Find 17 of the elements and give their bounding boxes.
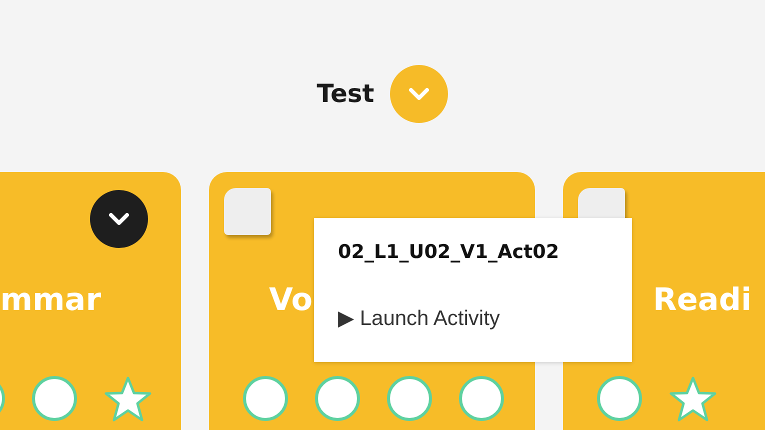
progress-circle-icon [315, 376, 360, 421]
checkbox[interactable] [224, 188, 271, 235]
progress-circle-icon [597, 376, 642, 421]
card-title: mmar [0, 282, 101, 318]
activity-id: 02_L1_U02_V1_Act02 [338, 240, 560, 265]
progress-circle-icon [387, 376, 432, 421]
progress-circle-icon [459, 376, 504, 421]
page-title: Test [316, 78, 374, 110]
card-title: Vo [269, 282, 313, 318]
progress-circle-icon [243, 376, 288, 421]
chevron-down-icon [408, 87, 430, 101]
chevron-down-icon [108, 212, 130, 226]
star-icon [104, 376, 152, 422]
card-title: Readi [653, 282, 752, 318]
progress-circle-icon [32, 376, 77, 421]
launch-activity-link[interactable]: ▶ Launch Activity [338, 302, 500, 334]
star-icon [669, 376, 717, 422]
